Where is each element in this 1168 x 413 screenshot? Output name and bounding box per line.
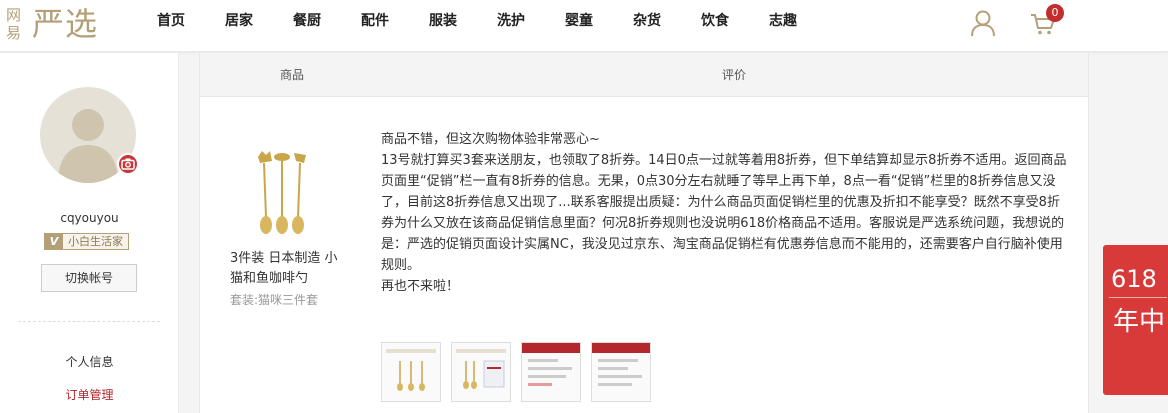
product-name[interactable]: 3件装 日本制造 小猫和鱼咖啡勺 bbox=[230, 249, 350, 289]
promo-text: 年中 bbox=[1113, 307, 1166, 337]
review-image-thumbnail[interactable] bbox=[591, 342, 651, 402]
nav-item[interactable]: 婴童 bbox=[549, 0, 617, 42]
promo-618-banner[interactable]: 618 年中 bbox=[1103, 245, 1168, 395]
nav-item[interactable]: 首页 bbox=[141, 0, 209, 42]
review-panel: 商品 评价 3件装 日本制造 小猫和鱼咖啡勺 套装:猫咪三件套 商品不错，但这次… bbox=[199, 53, 1089, 413]
camera-icon[interactable] bbox=[117, 153, 139, 175]
review-image-thumbnail[interactable] bbox=[521, 342, 581, 402]
column-header-review: 评价 bbox=[722, 68, 747, 82]
nav-item[interactable]: 餐厨 bbox=[277, 0, 345, 42]
review-image-thumbnail[interactable] bbox=[381, 342, 441, 402]
cart-count-badge: 0 bbox=[1046, 4, 1064, 22]
nav-item[interactable]: 志趣 bbox=[753, 0, 821, 42]
review-line: 13号就打算买3套来送朋友，也领取了8折券。14日0点一过就等着用8折券，但下单… bbox=[381, 153, 1067, 273]
promo-divider bbox=[1109, 297, 1167, 298]
product-image[interactable] bbox=[252, 147, 312, 239]
nav-item[interactable]: 服装 bbox=[413, 0, 481, 42]
review-line: 商品不错，但这次购物体验非常恶心~ bbox=[381, 132, 600, 147]
logo-small-text: 网易 bbox=[6, 6, 22, 42]
sidebar-item-orders[interactable]: 订单管理 bbox=[0, 386, 179, 403]
table-header: 商品 评价 bbox=[200, 53, 1088, 97]
sidebar: cqyouyou V 小白生活家 切换帐号 个人信息 订单管理 bbox=[0, 53, 179, 413]
username: cqyouyou bbox=[60, 211, 119, 225]
sidebar-item-profile[interactable]: 个人信息 bbox=[0, 353, 179, 370]
review-image-thumbnail[interactable] bbox=[451, 342, 511, 402]
review-line: 再也不来啦！ bbox=[381, 279, 460, 294]
review-images bbox=[381, 342, 661, 402]
switch-account-button[interactable]: 切换帐号 bbox=[41, 264, 137, 292]
nav-item[interactable]: 杂货 bbox=[617, 0, 685, 42]
main-nav: 首页 居家 餐厨 配件 服装 洗护 婴童 杂货 饮食 志趣 bbox=[141, 0, 821, 42]
logo-big-text: 严选 bbox=[32, 5, 99, 43]
member-level-badge: V 小白生活家 bbox=[44, 233, 129, 250]
nav-item[interactable]: 居家 bbox=[209, 0, 277, 42]
column-header-product: 商品 bbox=[280, 68, 305, 82]
level-label: 小白生活家 bbox=[63, 234, 128, 249]
nav-item[interactable]: 洗护 bbox=[481, 0, 549, 42]
top-header: 网易 严选 首页 居家 餐厨 配件 服装 洗护 婴童 杂货 饮食 志趣 0 bbox=[0, 0, 1168, 52]
user-icon[interactable] bbox=[970, 9, 996, 37]
logo[interactable]: 网易 严选 bbox=[6, 2, 116, 48]
sidebar-divider bbox=[18, 321, 160, 322]
nav-item[interactable]: 饮食 bbox=[685, 0, 753, 42]
review-text: 商品不错，但这次购物体验非常恶心~ 13号就打算买3套来送朋友，也领取了8折券。… bbox=[381, 129, 1067, 297]
promo-number: 618 bbox=[1111, 265, 1157, 293]
level-icon: V bbox=[45, 234, 63, 249]
nav-item[interactable]: 配件 bbox=[345, 0, 413, 42]
product-spec: 套装:猫咪三件套 bbox=[230, 293, 319, 307]
